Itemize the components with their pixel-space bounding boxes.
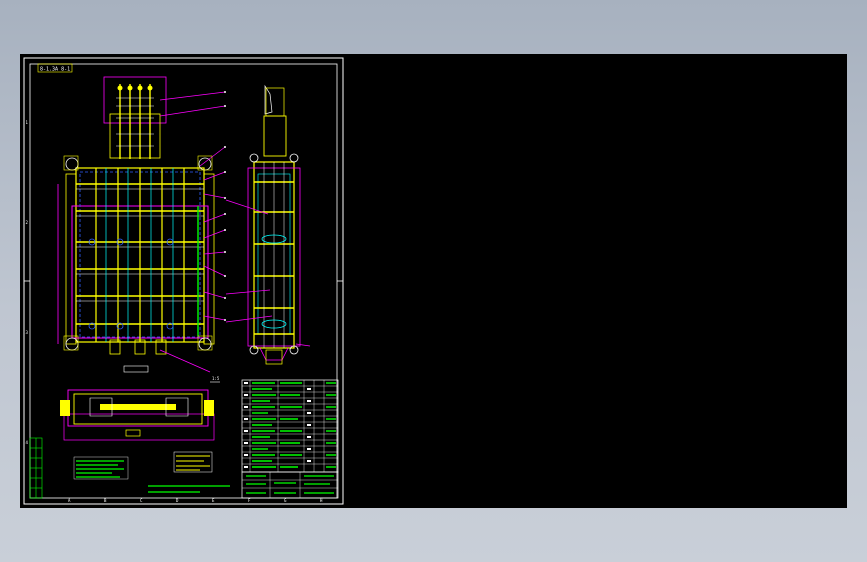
grid-letter: H [320, 498, 323, 503]
grid-number: 3 [26, 330, 29, 335]
grid-letters: A B C D E F G H [68, 498, 323, 503]
detail-marker: 1:5 [212, 376, 220, 381]
front-view [57, 76, 226, 373]
grid-numbers: 1 2 3 4 [26, 120, 29, 445]
grid-number: 1 [26, 120, 29, 125]
small-spec-table [173, 451, 213, 473]
side-view [225, 84, 311, 365]
grid-letter: F [248, 498, 251, 503]
transformer-assembly-drawing: 8-1.3A 8-1 A B C D E F G H 1 2 3 4 1:5 [23, 57, 344, 505]
grid-number: 4 [26, 440, 29, 445]
sheet-label: 8-1.3A 8-1 [40, 67, 70, 73]
grid-letter: D [176, 498, 179, 503]
title-block [241, 471, 339, 499]
technical-notes-block [73, 456, 129, 480]
bottom-note-line [148, 485, 230, 493]
plan-view: 1:5 [60, 376, 220, 441]
cad-drawing-viewport[interactable]: 8-1.3A 8-1 A B C D E F G H 1 2 3 4 1:5 [20, 54, 847, 508]
left-revision-table [29, 437, 43, 499]
grid-letter: B [104, 498, 107, 503]
grid-letter: A [68, 498, 71, 503]
grid-number: 2 [26, 220, 29, 225]
grid-letter: G [284, 498, 287, 503]
grid-letter: E [212, 498, 215, 503]
parts-list-table [241, 379, 339, 473]
grid-letter: C [140, 498, 143, 503]
